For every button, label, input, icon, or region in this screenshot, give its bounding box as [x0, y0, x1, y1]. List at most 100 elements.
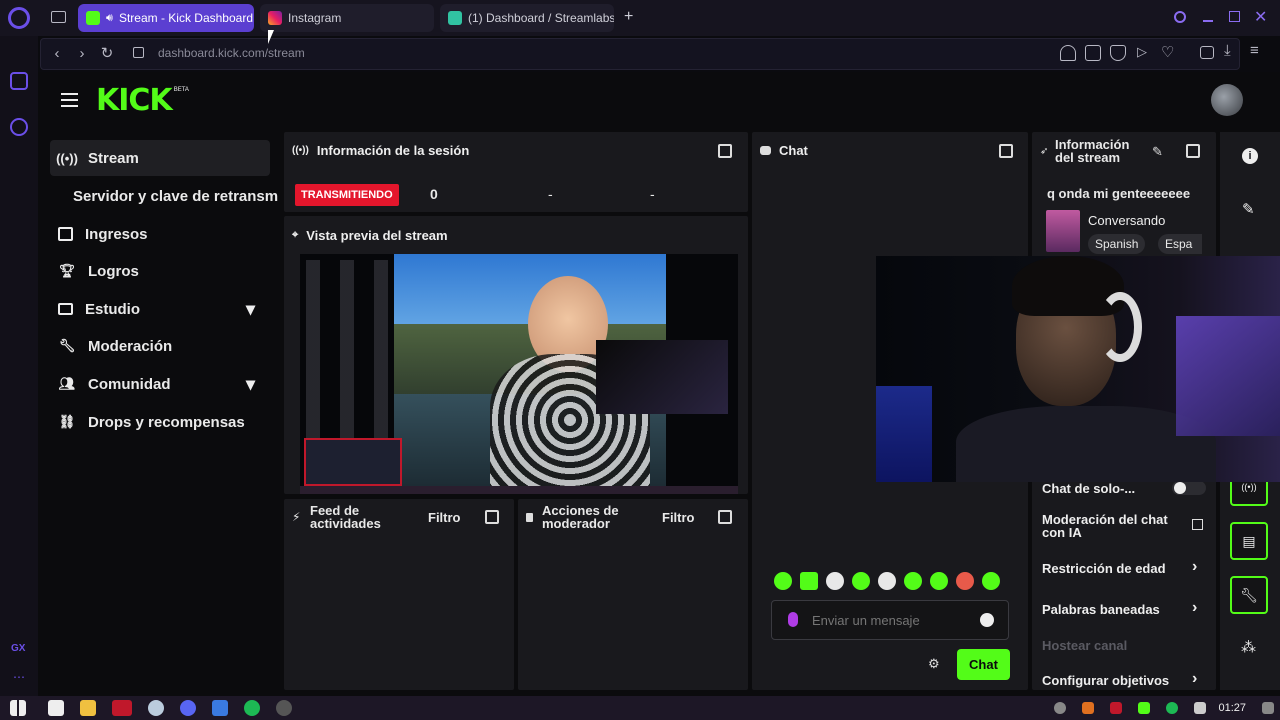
shield-icon[interactable]	[1110, 45, 1126, 61]
url-text[interactable]: dashboard.kick.com/stream	[158, 46, 305, 60]
tag-chip[interactable]: Spanish	[1088, 234, 1146, 254]
maximize-icon[interactable]	[1229, 11, 1240, 22]
chevron-down-icon[interactable]: ▾	[246, 299, 255, 320]
download-icon[interactable]: ⤓	[1224, 42, 1231, 59]
tab-overview-icon[interactable]	[51, 11, 66, 23]
windows-start-icon[interactable]	[10, 700, 26, 716]
gx-icon[interactable]: GX	[11, 643, 25, 654]
notifications-icon[interactable]	[1262, 702, 1274, 714]
tab-kick-stream[interactable]: 🔊︎ Stream - Kick Dashboard	[78, 4, 254, 32]
emote-icon[interactable]	[878, 572, 896, 590]
age-restriction-setting[interactable]: Restricción de edad	[1042, 561, 1212, 576]
emote-icon[interactable]	[930, 572, 948, 590]
new-tab-button[interactable]: +	[624, 8, 633, 26]
tray-icon[interactable]	[1110, 702, 1123, 714]
user-avatar[interactable]	[1211, 84, 1243, 116]
external-link-icon[interactable]	[1192, 519, 1203, 530]
tag-chip[interactable]: Espa	[1158, 234, 1202, 254]
security-icon[interactable]	[212, 700, 228, 716]
easy-setup-icon[interactable]: ≡	[1250, 42, 1259, 59]
tab-instagram[interactable]: Instagram	[260, 4, 434, 32]
edit-pencil-icon[interactable]: ✎	[1152, 144, 1163, 160]
search-tabs-icon[interactable]	[1174, 11, 1186, 23]
kick-logo[interactable]: KICK BETA	[96, 83, 189, 118]
chevron-down-icon[interactable]: ▾	[246, 374, 255, 395]
emoji-picker-icon[interactable]	[980, 613, 994, 627]
more-icon[interactable]: ⋯	[13, 670, 25, 684]
steam-icon[interactable]	[148, 700, 164, 716]
layout-rail-button[interactable]: ▤	[1230, 522, 1268, 560]
send-chat-button[interactable]: Chat	[957, 649, 1010, 680]
sidebar-item-stream[interactable]: ((•)) Stream	[50, 140, 270, 176]
discord-icon[interactable]	[180, 700, 196, 716]
emote-icon[interactable]	[826, 572, 844, 590]
emote-icon[interactable]	[982, 572, 1000, 590]
sidebar-item-estudio[interactable]: Estudio ▾	[50, 291, 270, 327]
emote-icon[interactable]	[956, 572, 974, 590]
mail-icon[interactable]	[48, 700, 64, 716]
volume-icon[interactable]	[1194, 702, 1207, 714]
emote-icon[interactable]	[774, 572, 792, 590]
opera-gx-icon[interactable]	[112, 700, 132, 716]
aria-icon[interactable]	[10, 72, 28, 90]
minimize-icon[interactable]	[1203, 20, 1213, 22]
file-explorer-icon[interactable]	[80, 700, 96, 716]
tray-icon[interactable]	[1054, 702, 1067, 714]
tab-streamlabs[interactable]: (1) Dashboard / Streamlabs	[440, 4, 614, 32]
sidebar-item-server-key[interactable]: Servidor y clave de retransm	[66, 178, 282, 214]
category-thumbnail[interactable]	[1046, 210, 1080, 252]
chat-title: Chat	[779, 143, 808, 158]
sidebar-item-drops[interactable]: ⛓︎ Drops y recompensas	[50, 404, 270, 440]
solo-chat-toggle[interactable]	[1172, 481, 1206, 495]
sidebar-item-logros[interactable]: 🏆︎ Logros	[50, 253, 270, 289]
ai-moderation-setting[interactable]: Moderación del chat con IA	[1042, 513, 1172, 539]
wrench-rail-button[interactable]: 🔧︎	[1230, 576, 1268, 614]
settings-gear-icon[interactable]	[10, 118, 28, 136]
heart-icon[interactable]: ♡	[1161, 43, 1174, 61]
pin-icon[interactable]	[1060, 45, 1076, 61]
close-window-icon[interactable]: ✕	[1254, 7, 1267, 27]
sidebar-item-moderacion[interactable]: 🔧︎ Moderación	[50, 328, 270, 364]
opera-logo-icon[interactable]	[8, 7, 30, 29]
chat-message-input[interactable]	[812, 610, 972, 630]
popout-icon[interactable]	[718, 510, 732, 524]
tray-icon[interactable]	[1138, 702, 1151, 714]
reload-icon[interactable]: ↻	[98, 45, 116, 63]
popout-icon[interactable]	[718, 144, 732, 158]
category-name[interactable]: Conversando	[1088, 213, 1165, 228]
share-icon[interactable]: ⁂	[1241, 638, 1256, 656]
edit-icon[interactable]: ✎	[1242, 200, 1255, 218]
snapshot-icon[interactable]	[1085, 45, 1101, 61]
host-channel-setting[interactable]: Hostear canal	[1042, 638, 1212, 653]
spotify-icon[interactable]	[244, 700, 260, 716]
forward-icon[interactable]: ›	[73, 45, 91, 63]
banned-words-setting[interactable]: Palabras baneadas	[1042, 602, 1212, 617]
popout-icon[interactable]	[999, 144, 1013, 158]
activity-feed-title: Feed de actividades	[310, 503, 381, 531]
mic-icon[interactable]	[788, 612, 798, 627]
activity-feed-filter-button[interactable]: Filtro	[428, 510, 461, 525]
wallet-icon[interactable]	[1200, 46, 1214, 59]
chevron-right-icon[interactable]: ›	[1192, 558, 1197, 576]
sidebar-item-comunidad[interactable]: 👥︎ Comunidad ▾	[50, 366, 270, 402]
info-icon[interactable]: i	[1242, 148, 1258, 164]
stream-preview-video[interactable]	[300, 254, 738, 494]
emote-icon[interactable]	[800, 572, 818, 590]
back-icon[interactable]: ‹	[48, 45, 66, 63]
emote-icon[interactable]	[852, 572, 870, 590]
mod-actions-filter-button[interactable]: Filtro	[662, 510, 695, 525]
taskbar-clock[interactable]: 01:27	[1218, 702, 1246, 714]
popout-icon[interactable]	[485, 510, 499, 524]
sidebar-item-ingresos[interactable]: Ingresos	[50, 216, 270, 252]
chat-settings-gear-icon[interactable]: ⚙︎	[928, 656, 940, 672]
tray-icon[interactable]	[1166, 702, 1179, 714]
chevron-right-icon[interactable]: ›	[1192, 599, 1197, 617]
popout-icon[interactable]	[1186, 144, 1200, 158]
hamburger-menu-icon[interactable]	[61, 93, 78, 107]
tray-icon[interactable]	[1082, 702, 1095, 714]
obs-icon[interactable]	[276, 700, 292, 716]
chevron-right-icon[interactable]: ›	[1192, 670, 1197, 688]
emote-icon[interactable]	[904, 572, 922, 590]
configure-goals-setting[interactable]: Configurar objetivos	[1042, 673, 1212, 688]
play-icon[interactable]: ▷	[1137, 44, 1147, 60]
